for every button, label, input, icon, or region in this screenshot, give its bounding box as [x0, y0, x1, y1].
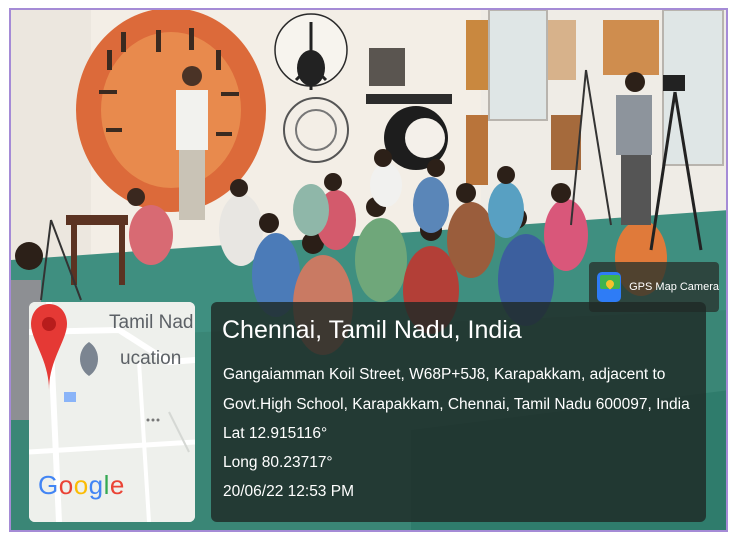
location-title: Chennai, Tamil Nadu, India [222, 316, 522, 344]
location-info-panel: Chennai, Tamil Nadu, India Gangaiamman K… [211, 302, 706, 522]
map-place-label-2: ucation [120, 348, 182, 369]
address-line-1: Gangaiamman Koil Street, W68P+5J8, Karap… [223, 366, 666, 383]
address-line-2: Govt.High School, Karapakkam, Chennai, T… [223, 396, 690, 413]
latitude-text: Lat 12.915116° [223, 425, 328, 442]
map-pin-icon [31, 304, 67, 390]
photo-frame: GPS Map Camera Tamil Nad ucation Google [0, 0, 736, 539]
gps-badge-label: GPS Map Camera [629, 281, 719, 293]
longitude-text: Long 80.23717° [223, 454, 333, 471]
map-place-label: Tamil Nad [109, 312, 194, 333]
gps-map-camera-app-icon [597, 272, 622, 302]
map-thumbnail: Tamil Nad ucation Google [29, 302, 195, 522]
timestamp-text: 20/06/22 12:53 PM [223, 483, 354, 500]
google-logo: Google [38, 470, 125, 500]
